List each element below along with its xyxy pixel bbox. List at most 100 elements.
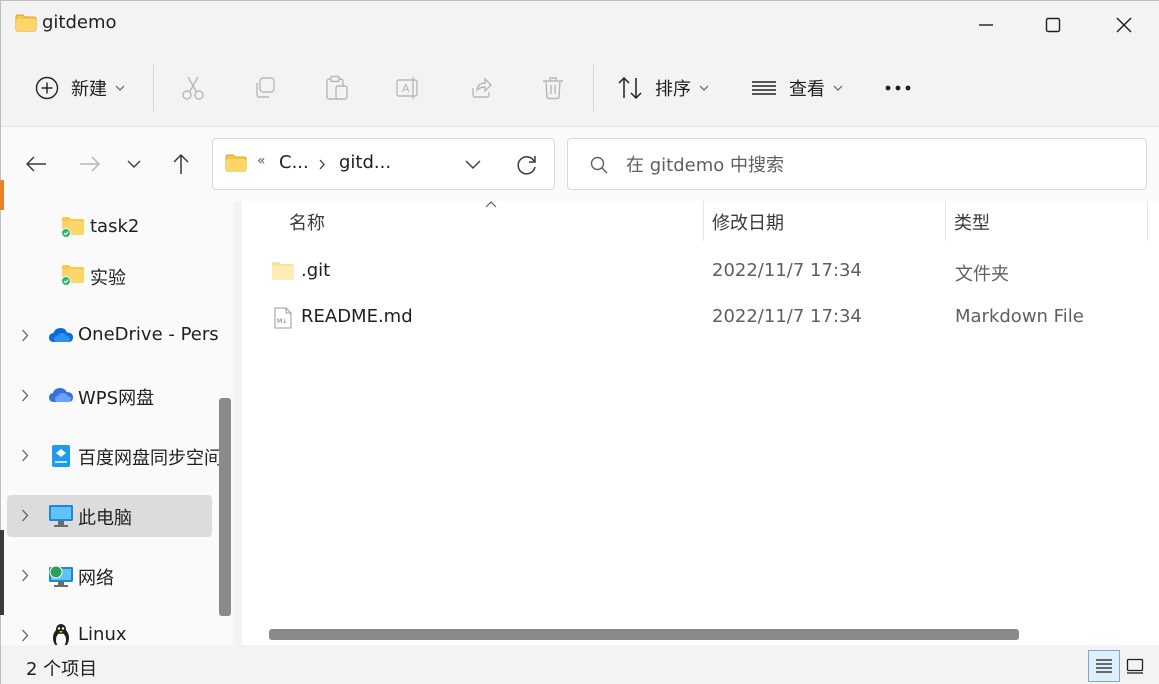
baidu-netdisk-icon [51,444,71,468]
column-header-type[interactable]: 类型 [954,209,990,235]
search-input[interactable] [626,151,1126,179]
folder-synced-icon [61,216,85,238]
search-icon [590,156,608,174]
chevron-right-icon[interactable] [21,329,29,342]
minimize-button[interactable] [951,1,1021,49]
arrow-right-icon [79,155,101,173]
file-name: README.md [301,306,413,327]
toolbar-divider [153,65,154,111]
details-view-icon [1095,658,1113,674]
chevron-right-icon[interactable] [21,449,29,462]
up-button[interactable] [166,149,196,179]
search-box[interactable] [567,138,1147,190]
sidebar-item-experiment[interactable]: 实验 [7,255,212,297]
command-bar: 新建 A 排序 查看 [1,49,1159,127]
breadcrumb-current[interactable]: gitd... [339,152,391,173]
sidebar-item-label: Linux [78,624,127,645]
sidebar-item-wps-cloud[interactable]: WPS网盘 [7,375,212,417]
linux-penguin-icon [51,623,71,645]
sidebar-item-task2[interactable]: task2 [7,207,212,249]
chevron-right-icon[interactable] [21,569,29,582]
sort-label: 排序 [655,79,691,100]
close-button[interactable] [1089,1,1159,49]
view-label: 查看 [789,79,825,100]
title-bar: gitdemo [1,1,1159,49]
back-button[interactable] [21,149,51,179]
sidebar-item-label: 网络 [78,568,114,589]
recent-locations-button[interactable] [119,149,149,179]
chevron-right-icon[interactable] [21,389,29,402]
svg-text:A: A [402,82,410,95]
new-label: 新建 [71,79,107,100]
trash-icon [542,76,564,100]
column-header-modified[interactable]: 修改日期 [712,209,784,235]
address-history-chevron-icon[interactable] [465,160,481,169]
tiles-view-icon [1126,658,1144,674]
chevron-down-icon [833,85,843,91]
cut-button[interactable] [181,49,205,127]
folder-icon [225,154,247,172]
refresh-icon[interactable] [516,154,538,176]
arrow-up-icon [172,153,190,175]
table-row[interactable]: .git 2022/11/7 17:34 文件夹 [259,253,1149,291]
breadcrumb-root[interactable]: C... [279,152,309,173]
wps-cloud-icon [48,386,74,404]
list-view-icon [751,79,777,97]
file-type: 文件夹 [955,264,1009,285]
sidebar-scrollbar[interactable] [219,398,231,616]
sidebar-item-linux[interactable]: Linux [7,615,212,645]
horizontal-scrollbar[interactable] [269,629,1019,640]
overflow-chevrons-icon[interactable]: « [257,153,266,169]
more-options-button[interactable] [885,49,911,127]
paste-button[interactable] [325,49,349,127]
delete-button[interactable] [542,49,564,127]
rename-icon: A [396,76,422,100]
sort-arrows-icon [617,76,643,100]
navigation-pane: task2 实验 OneDrive - Pers WPS网盘 百度网盘同步空间 … [1,201,233,645]
file-name: .git [301,260,331,281]
column-divider[interactable] [1147,201,1148,241]
chevron-right-icon[interactable] [21,509,29,522]
chevron-right-icon[interactable] [21,629,29,642]
sidebar-item-onedrive[interactable]: OneDrive - Pers [7,315,219,357]
computer-icon [48,504,74,528]
sidebar-item-label: 百度网盘同步空间 [78,448,222,469]
rename-button[interactable]: A [396,49,422,127]
scissors-icon [181,75,205,101]
chevron-down-icon [699,85,709,91]
clipboard-icon [325,75,349,101]
chevron-down-icon [115,85,125,91]
view-button[interactable]: 查看 [751,49,843,127]
table-row[interactable]: M↓ README.md 2022/11/7 17:34 Markdown Fi… [259,299,1149,337]
sidebar-item-label: task2 [90,216,140,237]
sidebar-item-baidu-netdisk[interactable]: 百度网盘同步空间 [7,435,222,477]
address-bar[interactable]: « C... gitd... [212,138,555,190]
plus-circle-icon [35,76,59,100]
column-header-name[interactable]: 名称 [289,209,325,235]
details-view-button[interactable] [1088,650,1120,682]
sidebar-item-network[interactable]: 网络 [7,555,212,597]
onedrive-cloud-icon [48,327,74,343]
chevron-right-icon [319,159,325,170]
arrow-left-icon [25,155,47,173]
folder-icon [15,14,37,32]
share-button[interactable] [469,49,493,127]
sidebar-item-label: 实验 [90,268,126,289]
maximize-button[interactable] [1018,1,1088,49]
ellipsis-icon [885,85,911,91]
large-icons-view-button[interactable] [1119,650,1151,682]
item-count: 2 个项目 [26,659,98,680]
column-divider[interactable] [703,201,704,241]
network-icon [48,564,74,588]
new-button[interactable]: 新建 [35,49,125,127]
copy-button[interactable] [253,49,277,127]
forward-button[interactable] [75,149,105,179]
sort-button[interactable]: 排序 [617,49,709,127]
sidebar-item-this-pc[interactable]: 此电脑 [7,495,212,537]
sidebar-item-label: OneDrive - Pers [78,324,219,345]
svg-text:M↓: M↓ [277,318,287,325]
markdown-file-icon: M↓ [274,307,292,329]
explorer-window: gitdemo 新建 A 排序 查看 « C... gitd... 在 gitd… [0,0,1159,684]
sort-ascending-caret-icon [485,201,497,208]
column-divider[interactable] [945,201,946,241]
